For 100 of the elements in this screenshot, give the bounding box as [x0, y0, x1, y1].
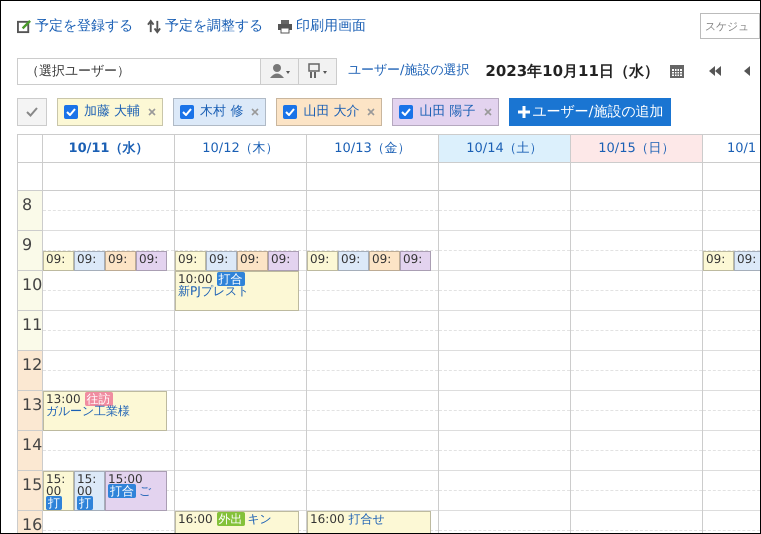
remove-icon[interactable]	[251, 108, 260, 116]
event-block[interactable]: 09:	[136, 251, 167, 271]
event-block[interactable]: 09:	[105, 251, 136, 271]
day-header[interactable]: 10/15（日）	[571, 135, 703, 163]
event-block[interactable]: 09:	[734, 251, 760, 271]
user-name: 加藤 大輔	[84, 103, 140, 122]
day-header[interactable]: 10/11（水）	[43, 135, 175, 163]
event-time: 09:	[240, 252, 260, 266]
print-link[interactable]: 印刷用画面	[277, 16, 366, 36]
user-name: 木村 修	[200, 103, 244, 122]
event-block[interactable]: 09:	[338, 251, 369, 271]
event-block[interactable]: 09:	[400, 251, 431, 271]
event-block[interactable]: 15:00 打	[74, 471, 105, 511]
remove-icon[interactable]	[367, 108, 376, 116]
event-time: 09:	[706, 252, 726, 266]
hour-label: 15	[18, 471, 43, 511]
user-name: 山田 陽子	[419, 103, 476, 122]
hour-label: 9	[18, 231, 43, 271]
check-icon	[26, 107, 38, 117]
event-block[interactable]: 09:	[703, 251, 734, 271]
all-day-cell[interactable]	[439, 163, 571, 191]
user-facility-select-link[interactable]: ユーザー/施設の選択	[348, 61, 470, 81]
event-time: 15:00	[108, 472, 143, 486]
checkbox[interactable]	[283, 105, 298, 119]
event-time: 09:	[178, 252, 198, 266]
hour-label: 8	[18, 191, 43, 231]
remove-icon[interactable]	[148, 108, 156, 116]
event-block[interactable]: 09:	[369, 251, 400, 271]
event-block[interactable]: 09:	[237, 251, 268, 271]
event-time: 13:00	[46, 392, 81, 406]
facility-caret-icon	[306, 63, 328, 79]
checkbox[interactable]	[399, 105, 414, 119]
event-time: 09:	[139, 252, 158, 266]
event-block[interactable]: 10:00 打合 新PJプレスト	[175, 271, 299, 311]
event-title: 新PJプレスト	[178, 285, 249, 297]
event-block[interactable]: 09:	[268, 251, 299, 271]
event-time: 09:	[403, 252, 422, 266]
all-day-cell[interactable]	[307, 163, 439, 191]
event-time: 09:	[372, 252, 392, 266]
event-time: 09:	[737, 252, 756, 266]
event-time: 15:00	[77, 472, 96, 498]
current-date: 2023年10月11日（水）	[485, 60, 659, 82]
double-left-arrow-icon[interactable]	[708, 65, 722, 77]
user-name: 山田 大介	[303, 103, 360, 122]
event-tag: 打	[46, 496, 62, 510]
event-tag: 打	[77, 496, 93, 510]
add-user-facility-button[interactable]: ユーザー/施設の追加	[508, 98, 672, 126]
hour-label: 16	[18, 511, 43, 533]
event-block[interactable]: 09:	[307, 251, 338, 271]
adjust-link[interactable]: 予定を調整する	[147, 16, 263, 36]
search-field[interactable]: スケジュ	[700, 13, 760, 39]
register-link[interactable]: 予定を登録する	[17, 16, 133, 36]
event-time: 09:	[46, 252, 66, 266]
remove-icon[interactable]	[484, 108, 492, 116]
event-time: 16:00	[310, 512, 345, 526]
event-tag: 外出	[216, 512, 245, 526]
day-header[interactable]: 10/14（土）	[439, 135, 571, 163]
event-time: 15:00	[46, 472, 66, 498]
day-header[interactable]: 10/13（金）	[307, 135, 439, 163]
event-block[interactable]: 15:00 打合 ご	[105, 471, 167, 511]
event-block[interactable]: 13:00 往訪 ガルーン工業様	[43, 391, 167, 431]
all-day-cell[interactable]	[43, 163, 175, 191]
event-title: ガルーン工業様	[46, 405, 130, 417]
hour-label: 14	[18, 431, 43, 471]
checkbox[interactable]	[180, 105, 194, 119]
user-select-field[interactable]: （選択ユーザー）	[17, 58, 261, 84]
plus-icon	[516, 105, 531, 119]
all-day-cell[interactable]	[175, 163, 307, 191]
printer-icon	[277, 18, 293, 34]
event-block[interactable]: 09:	[175, 251, 206, 271]
event-time: 09:	[209, 252, 228, 266]
user-caret-icon	[268, 63, 290, 79]
event-block[interactable]: 09:	[206, 251, 237, 271]
event-block[interactable]: 09:	[43, 251, 74, 271]
event-block[interactable]: 16:00 外出 キン	[175, 511, 299, 533]
event-block[interactable]: 09:	[74, 251, 105, 271]
calendar-icon[interactable]	[668, 63, 685, 79]
event-block[interactable]: 16:00 打合せ	[307, 511, 431, 533]
swap-arrows-icon	[147, 18, 162, 34]
event-tag: 往訪	[84, 392, 113, 406]
left-arrow-icon[interactable]	[742, 65, 750, 77]
event-title: 打合せ	[348, 513, 385, 525]
hour-label: 10	[18, 271, 43, 311]
select-all-button[interactable]	[17, 98, 47, 126]
checkbox[interactable]	[64, 105, 78, 119]
event-block[interactable]: 15:00 打	[43, 471, 74, 511]
event-time: 16:00	[178, 512, 213, 526]
hour-label: 13	[18, 391, 43, 431]
all-day-cell[interactable]	[571, 163, 703, 191]
event-title: キン	[248, 513, 272, 525]
edit-icon	[17, 18, 32, 34]
event-time: 10:00	[178, 272, 213, 286]
hour-label: 12	[18, 351, 43, 391]
user-dropdown-button[interactable]	[261, 58, 299, 84]
event-time: 09:	[108, 252, 128, 266]
hour-label: 11	[18, 311, 43, 351]
event-time: 09:	[271, 252, 290, 266]
event-title: ご	[139, 485, 151, 497]
day-header[interactable]: 10/12（木）	[175, 135, 307, 163]
facility-dropdown-button[interactable]	[299, 58, 337, 84]
